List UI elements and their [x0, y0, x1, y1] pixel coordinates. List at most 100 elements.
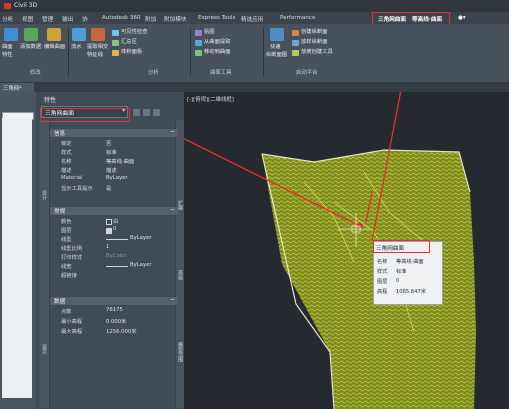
document-tab-label: 三角网*: [3, 86, 22, 92]
tab-view[interactable]: 视图: [22, 15, 33, 23]
ribbon-panel: 曲面 特性 添加数据 编辑曲面 修改 流水 提取相交 特征线 可见性检查 汇总区…: [0, 24, 509, 83]
tab-express-tools[interactable]: Express Tools: [198, 15, 235, 21]
extract-objects-icon[interactable]: [91, 28, 105, 41]
property-row[interactable]: 线型比例 1: [50, 244, 178, 252]
color-swatch: [106, 219, 112, 225]
quick-profile-button[interactable]: 快速: [270, 44, 281, 51]
add-data-icon[interactable]: [24, 28, 38, 41]
move-to-surface-button[interactable]: 移动到曲面: [204, 49, 231, 56]
tab-analyze[interactable]: 分析: [2, 15, 13, 23]
tab-extended[interactable]: 扩展: [177, 200, 184, 210]
lineweight-preview: [106, 266, 128, 267]
section-data-title: 数据: [54, 299, 66, 305]
property-row[interactable]: 名称 等高线·曲面: [50, 157, 178, 165]
add-data-button[interactable]: 添加数据: [20, 44, 41, 51]
section-data[interactable]: 数据 −: [50, 296, 178, 305]
drape-image-button[interactable]: 贴图: [204, 29, 215, 36]
collapse-icon[interactable]: −: [170, 206, 175, 213]
quick-profile-label2[interactable]: 纵断面图: [266, 52, 287, 59]
property-key: 打印样式: [61, 255, 83, 261]
create-sampleline-button[interactable]: 创建纵断面: [301, 29, 328, 36]
document-tab[interactable]: 三角网*: [0, 83, 34, 92]
property-key: 图层: [61, 228, 72, 234]
quick-profile-icon[interactable]: [270, 28, 284, 41]
drape-image-icon[interactable]: [195, 30, 202, 36]
tab-model-extents[interactable]: 模型范围: [177, 342, 184, 362]
property-value: 描述: [106, 168, 117, 174]
select-objects-icon[interactable]: [143, 109, 150, 116]
surface-props-label[interactable]: 特性: [2, 52, 13, 59]
tooltip-value: 等高线·曲面: [396, 259, 424, 265]
layout-profile-icon[interactable]: [292, 40, 299, 46]
property-row[interactable]: 最小高程 0.000米: [50, 317, 178, 325]
visibility-check-button[interactable]: 可见性检查: [121, 29, 148, 36]
property-key: 锁定: [61, 141, 72, 147]
extract-objects-label2[interactable]: 特征线: [87, 52, 103, 59]
tab-design[interactable]: 设计: [41, 190, 48, 200]
drawing-viewport[interactable]: [-][俯视][二维线框]: [184, 92, 509, 409]
property-row[interactable]: 打印样式 ByColor: [50, 253, 178, 261]
section-info[interactable]: 信息 −: [50, 128, 178, 137]
property-row[interactable]: 颜色 白: [50, 217, 178, 225]
tab-output[interactable]: 输出: [62, 15, 73, 23]
toolspace-panel: [2, 118, 32, 398]
visibility-check-icon[interactable]: [112, 30, 119, 36]
volume-panel-button[interactable]: 体积面板: [121, 49, 142, 56]
edit-surface-icon[interactable]: [47, 28, 61, 41]
extract-from-surface-icon[interactable]: [195, 40, 202, 46]
property-row[interactable]: 显示工具提示 是: [50, 184, 178, 192]
toggle-pickadd-icon[interactable]: [133, 109, 140, 116]
property-key: 样式: [61, 150, 72, 156]
collapse-icon[interactable]: −: [170, 296, 175, 303]
section-general[interactable]: 常规 −: [50, 206, 178, 215]
property-row[interactable]: Material ByLayer: [50, 175, 178, 183]
property-row[interactable]: 描述 描述: [50, 166, 178, 174]
group-modify: 修改: [30, 70, 41, 76]
tab-performance[interactable]: Performance: [280, 15, 315, 21]
tab-addin[interactable]: 附加: [145, 15, 156, 23]
tab-advanced[interactable]: 高级: [177, 270, 184, 280]
summary-button[interactable]: 汇总区: [121, 39, 137, 46]
tab-collab[interactable]: 协: [82, 15, 88, 23]
tab-featured-apps[interactable]: 精选应用: [241, 15, 263, 23]
property-value: ByLayer: [130, 235, 152, 241]
property-row[interactable]: 超链接: [50, 271, 178, 279]
property-row[interactable]: 最大高程 1256.000米: [50, 327, 178, 335]
grading-tools-button[interactable]: 放坡创建工具: [301, 49, 333, 56]
tooltip-key: 图层: [377, 279, 388, 285]
property-key: 线型比例: [61, 246, 83, 252]
property-value: 0: [113, 226, 117, 232]
property-key: 最小高程: [61, 319, 83, 325]
surface-terrain: [262, 150, 476, 409]
water-drop-button[interactable]: 流水: [71, 44, 82, 51]
grading-tools-icon[interactable]: [292, 50, 299, 56]
summary-icon[interactable]: [112, 40, 119, 46]
tab-manage[interactable]: 管理: [42, 15, 53, 23]
create-sampleline-icon[interactable]: [292, 30, 299, 36]
property-row[interactable]: 图层 0: [50, 226, 178, 234]
property-row[interactable]: 样式 标准: [50, 148, 178, 156]
extract-objects-button[interactable]: 提取相交: [87, 44, 108, 51]
tab-display[interactable]: 显示: [41, 344, 48, 354]
move-to-surface-icon[interactable]: [195, 50, 202, 56]
tab-autodesk360[interactable]: Autodesk 360: [102, 15, 141, 21]
property-row[interactable]: 点数 76175: [50, 307, 178, 315]
edit-surface-button[interactable]: 编辑曲面: [44, 44, 65, 51]
ribbon-options-icon[interactable]: ●▾: [458, 15, 466, 21]
property-row[interactable]: 线宽 ByLayer: [50, 262, 178, 270]
linetype-preview: [106, 239, 128, 240]
group-launch-pad: 启动平台: [296, 70, 318, 76]
property-key: 名称: [61, 159, 72, 165]
property-row[interactable]: 线型 ByLayer: [50, 235, 178, 243]
extract-from-surface-button[interactable]: 从曲面提取: [204, 39, 231, 46]
surface-button-label[interactable]: 曲面: [2, 44, 13, 51]
tab-addon-modules[interactable]: 附加模块: [164, 15, 186, 23]
app-menu-icon[interactable]: [4, 3, 11, 9]
property-row[interactable]: 锁定 否: [50, 139, 178, 147]
collapse-icon[interactable]: −: [170, 128, 175, 135]
quick-select-icon[interactable]: [153, 109, 160, 116]
volume-panel-icon[interactable]: [112, 50, 119, 56]
surface-icon[interactable]: [4, 28, 18, 41]
water-drop-icon[interactable]: [72, 28, 86, 41]
layout-profile-button[interactable]: 放样纵断面: [301, 39, 328, 46]
